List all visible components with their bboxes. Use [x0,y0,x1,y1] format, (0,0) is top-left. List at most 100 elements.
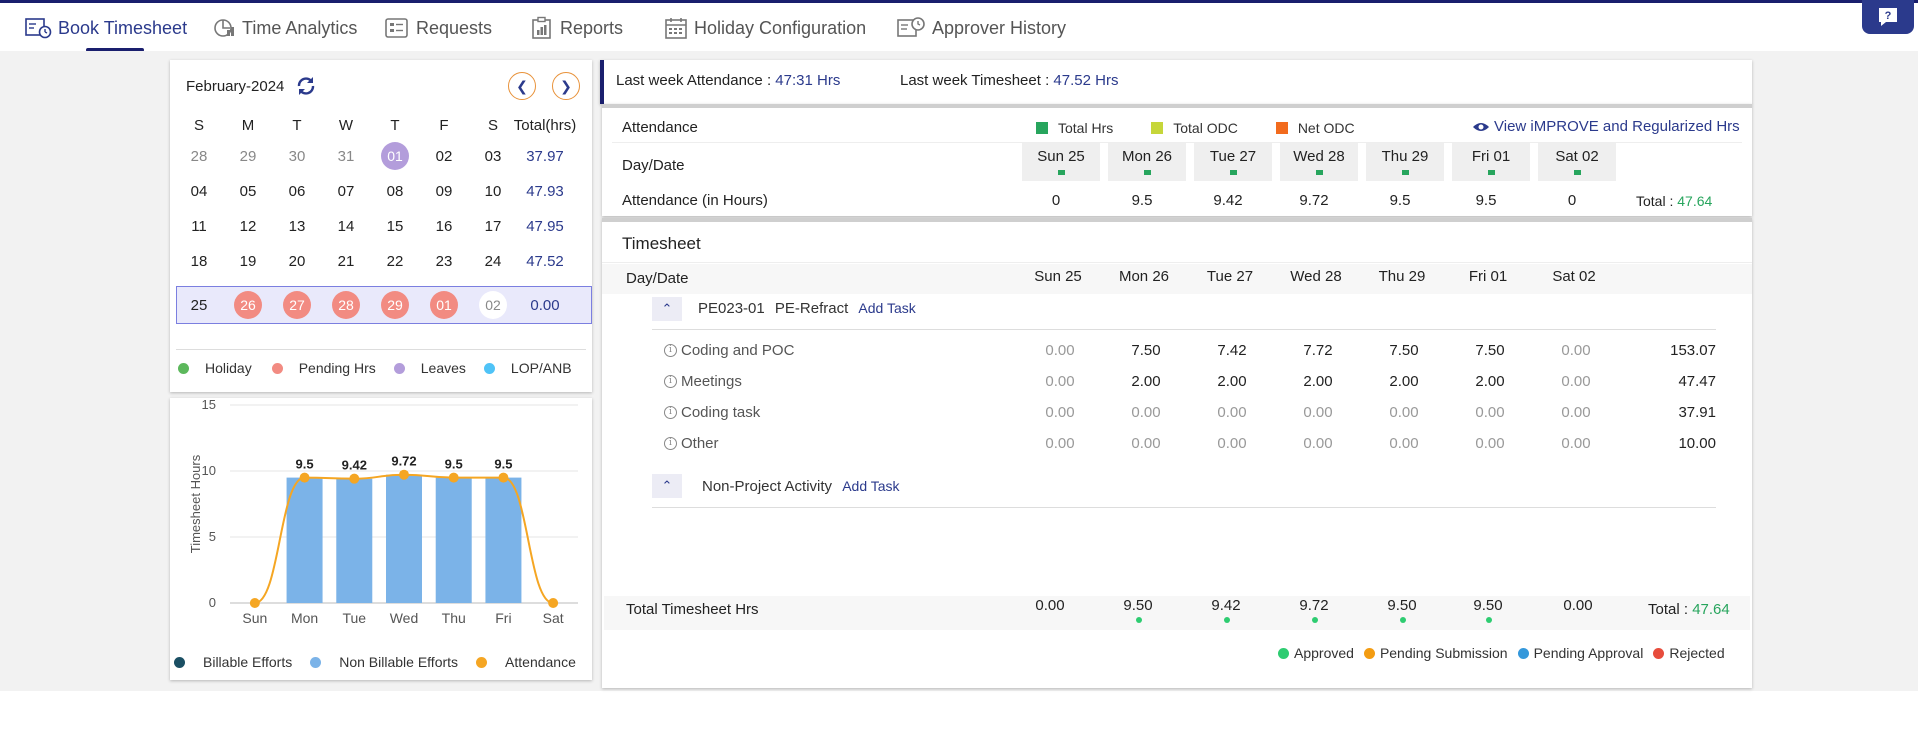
task-hours-cell[interactable]: 0.00 [1374,435,1434,452]
task-hours-cell[interactable]: 0.00 [1202,404,1262,421]
task-hours-cell[interactable]: 0.00 [1546,373,1606,390]
task-hours-cell[interactable]: 7.72 [1288,342,1348,359]
task-hours-cell[interactable]: 0.00 [1374,404,1434,421]
pending-legend-dot [271,362,283,374]
calendar-day[interactable]: 29 [233,141,263,171]
svg-text:?: ? [1885,10,1892,22]
calendar-day[interactable]: 10 [478,176,508,206]
task-hours-cell[interactable]: 0.00 [1546,435,1606,452]
calendar-day-pending[interactable]: 26 [233,290,263,320]
calendar-day[interactable]: 17 [478,211,508,241]
task-hours-cell[interactable]: 0.00 [1288,435,1348,452]
task-hours-cell[interactable]: 0.00 [1030,435,1090,452]
task-hours-cell[interactable]: 2.00 [1460,373,1520,390]
task-hours-cell[interactable]: 7.50 [1374,342,1434,359]
legend-label: Pending Submission [1379,645,1508,661]
view-improve-link[interactable]: View iMPROVE and Regularized Hrs [1472,118,1740,135]
calendar-day[interactable]: 24 [478,246,508,276]
task-hours-cell[interactable]: 2.00 [1374,373,1434,390]
net-odc-legend-square [1275,122,1288,134]
refresh-icon[interactable] [294,74,318,103]
task-hours-cell[interactable]: 0.00 [1460,435,1520,452]
task-hours-cell[interactable]: 0.00 [1030,373,1090,390]
calendar-day[interactable]: 19 [233,246,263,276]
calendar-day[interactable]: 30 [282,141,312,171]
y-tick-label: 0 [209,595,216,610]
calendar-day[interactable]: 09 [429,176,459,206]
chevron-up-icon: ⌃ [661,301,673,316]
task-hours-cell[interactable]: 2.00 [1202,373,1262,390]
calendar-day[interactable]: 18 [184,246,214,276]
calendar-day-today[interactable]: 02 [478,290,508,320]
add-task-link[interactable]: Add Task [842,478,899,494]
calendar-day[interactable]: 22 [380,246,410,276]
calendar-day[interactable]: 14 [331,211,361,241]
total-hrs-legend-square [1036,122,1048,134]
calendar-day[interactable]: 07 [331,176,361,206]
task-hours-cell[interactable]: 0.00 [1030,342,1090,359]
calendar-day[interactable]: 15 [380,211,410,241]
status-marker [1143,170,1151,175]
calendar-day[interactable]: 05 [233,176,263,206]
rejected-dot [1653,647,1665,659]
x-tick-label: Wed [390,610,419,626]
task-hours-cell[interactable]: 0.00 [1202,435,1262,452]
calendar-day[interactable]: 04 [184,176,214,206]
calendar-day[interactable]: 31 [331,141,361,171]
calendar-day-leave[interactable]: 01 [380,141,410,171]
calendar-day[interactable]: 11 [184,211,214,241]
data-label: 9.5 [494,457,512,472]
calendar-day-pending[interactable]: 01 [429,290,459,320]
calendar-day[interactable]: 08 [380,176,410,206]
task-hours-cell[interactable]: 2.00 [1116,373,1176,390]
task-hours-cell[interactable]: 0.00 [1030,404,1090,421]
calendar-day[interactable]: 16 [429,211,459,241]
collapse-non-project-button[interactable]: ⌃ [652,474,682,498]
info-icon[interactable]: i [664,437,677,450]
calendar-day[interactable]: 03 [478,141,508,171]
task-hours-cell[interactable]: 2.00 [1288,373,1348,390]
calendar-day[interactable]: 02 [429,141,459,171]
next-month-button[interactable]: ❯ [552,72,580,100]
calendar-day[interactable]: 28 [184,141,214,171]
task-name: Coding task [681,404,761,421]
help-button[interactable]: ? [1862,0,1914,34]
divider [652,507,1716,508]
calendar-day[interactable]: 20 [282,246,312,276]
task-hours-cell[interactable]: 7.50 [1460,342,1520,359]
legend-label: Total Hrs [1058,120,1114,136]
collapse-project-button[interactable]: ⌃ [652,297,682,321]
tab-holiday-configuration[interactable]: Holiday Configuration [664,13,866,43]
add-task-link[interactable]: Add Task [858,300,915,316]
task-hours-cell[interactable]: 0.00 [1460,404,1520,421]
calendar-day[interactable]: 23 [429,246,459,276]
calendar-day[interactable]: 12 [233,211,263,241]
task-hours-cell[interactable]: 0.00 [1116,435,1176,452]
tab-book-timesheet[interactable]: Book Timesheet [24,13,187,43]
calendar-day[interactable]: 25 [184,290,214,320]
task-hours-cell[interactable]: 0.00 [1546,404,1606,421]
tab-reports[interactable]: Reports [530,13,623,43]
last-week-summary: Last week Attendance : 47:31 Hrs Last we… [600,60,1752,104]
calendar-day[interactable]: 13 [282,211,312,241]
task-hours-cell[interactable]: 0.00 [1288,404,1348,421]
tab-requests[interactable]: Requests [384,13,492,43]
non-project-name: Non-Project Activity [702,478,833,495]
tab-approver-history[interactable]: Approver History [896,13,1066,43]
task-hours-cell[interactable]: 0.00 [1546,342,1606,359]
info-icon[interactable]: i [664,406,677,419]
info-icon[interactable]: i [664,375,677,388]
calendar-day-pending[interactable]: 27 [282,290,312,320]
info-icon[interactable]: i [664,344,677,357]
x-tick-label: Thu [442,610,466,626]
task-hours-cell[interactable]: 0.00 [1116,404,1176,421]
tab-time-analytics[interactable]: Time Analytics [212,13,357,43]
prev-month-button[interactable]: ❮ [508,72,536,100]
calendar-day-pending[interactable]: 28 [331,290,361,320]
legend-label: Billable Efforts [203,654,293,670]
calendar-day[interactable]: 21 [331,246,361,276]
task-hours-cell[interactable]: 7.50 [1116,342,1176,359]
calendar-day-pending[interactable]: 29 [380,290,410,320]
task-hours-cell[interactable]: 7.42 [1202,342,1262,359]
calendar-day[interactable]: 06 [282,176,312,206]
